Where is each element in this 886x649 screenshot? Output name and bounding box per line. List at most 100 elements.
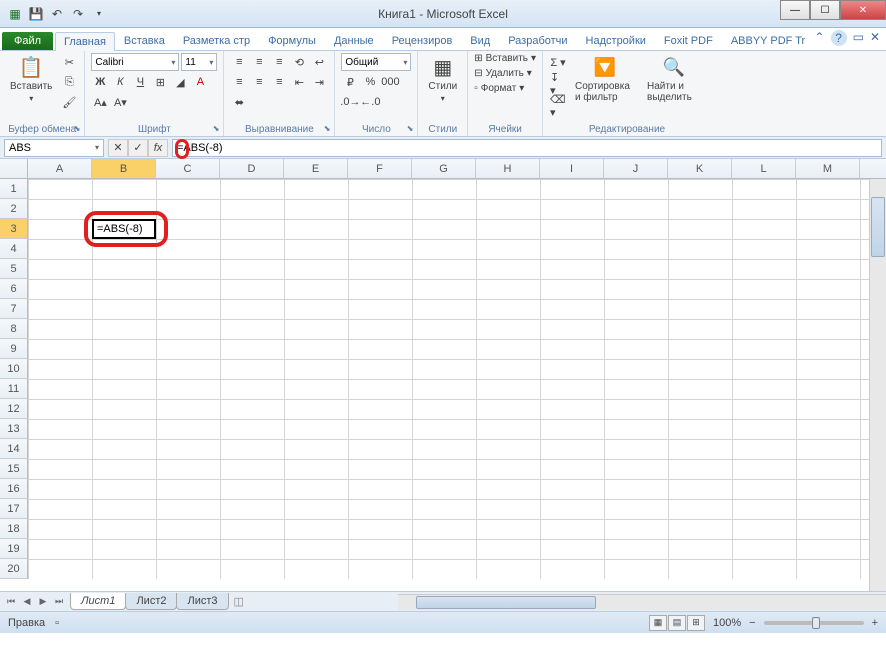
currency-icon[interactable]: ₽ (341, 73, 359, 91)
zoom-knob[interactable] (812, 617, 820, 629)
tab-view[interactable]: Вид (461, 31, 499, 50)
italic-button[interactable]: К (111, 73, 129, 91)
macro-record-icon[interactable]: ▫ (55, 617, 59, 629)
window-restore-icon[interactable]: ▭ (853, 30, 864, 46)
redo-icon[interactable]: ↷ (69, 5, 87, 23)
row-header-18[interactable]: 18 (0, 519, 28, 539)
row-header-12[interactable]: 12 (0, 399, 28, 419)
row-header-15[interactable]: 15 (0, 459, 28, 479)
vscroll-thumb[interactable] (871, 197, 885, 257)
col-header-d[interactable]: D (220, 159, 284, 178)
tab-foxit[interactable]: Foxit PDF (655, 31, 722, 50)
col-header-g[interactable]: G (412, 159, 476, 178)
col-header-h[interactable]: H (476, 159, 540, 178)
decrease-indent-icon[interactable]: ⇤ (290, 73, 308, 91)
row-header-1[interactable]: 1 (0, 179, 28, 199)
sheet-next-icon[interactable]: ▶ (36, 596, 50, 607)
col-header-i[interactable]: I (540, 159, 604, 178)
col-header-b[interactable]: B (92, 159, 156, 178)
styles-button[interactable]: ▦ Стили ▾ (424, 53, 461, 105)
col-header-m[interactable]: M (796, 159, 860, 178)
number-format-select[interactable]: Общий (341, 53, 411, 71)
row-header-6[interactable]: 6 (0, 279, 28, 299)
new-sheet-icon[interactable]: ◫ (228, 595, 250, 608)
shrink-font-icon[interactable]: A▾ (111, 93, 129, 111)
tab-data[interactable]: Данные (325, 31, 383, 50)
row-header-19[interactable]: 19 (0, 539, 28, 559)
wrap-text-icon[interactable]: ↩ (310, 53, 328, 71)
tab-developer[interactable]: Разработчи (499, 31, 576, 50)
merge-cells-icon[interactable]: ⬌ (230, 93, 248, 111)
help-icon[interactable]: ? (831, 30, 847, 46)
row-header-16[interactable]: 16 (0, 479, 28, 499)
formula-input[interactable]: =ABS(-8) (172, 139, 882, 157)
insert-cells-button[interactable]: ⊞Вставить ▾ (474, 53, 536, 64)
select-all-corner[interactable] (0, 159, 28, 178)
row-header-17[interactable]: 17 (0, 499, 28, 519)
format-cells-button[interactable]: ▫Формат ▾ (474, 83, 536, 94)
find-select-button[interactable]: 🔍 Найти и выделить (643, 53, 705, 105)
minimize-button[interactable]: — (780, 0, 810, 20)
tab-addins[interactable]: Надстройки (577, 31, 655, 50)
zoom-in-icon[interactable]: + (872, 617, 878, 629)
vertical-scrollbar[interactable] (869, 179, 886, 591)
align-middle-icon[interactable]: ≡ (250, 53, 268, 71)
cancel-formula-button[interactable]: ✕ (108, 139, 128, 157)
zoom-out-icon[interactable]: − (749, 617, 755, 629)
decrease-decimal-icon[interactable]: ←.0 (361, 93, 379, 111)
col-header-k[interactable]: K (668, 159, 732, 178)
clear-icon[interactable]: ⌫ ▾ (549, 97, 567, 115)
cut-icon[interactable]: ✂ (60, 53, 78, 71)
grow-font-icon[interactable]: A▴ (91, 93, 109, 111)
row-header-10[interactable]: 10 (0, 359, 28, 379)
active-cell-b3[interactable]: =ABS(-8) (92, 219, 156, 239)
col-header-c[interactable]: C (156, 159, 220, 178)
comma-icon[interactable]: 000 (381, 73, 399, 91)
delete-cells-button[interactable]: ⊟Удалить ▾ (474, 68, 536, 79)
view-normal-icon[interactable]: ▦ (649, 615, 667, 631)
sort-filter-button[interactable]: 🔽 Сортировка и фильтр (571, 53, 639, 105)
window-close-icon[interactable]: ✕ (870, 30, 880, 46)
sheet-first-icon[interactable]: ⏮ (4, 596, 18, 607)
sheet-last-icon[interactable]: ⏭ (52, 596, 66, 607)
paste-button[interactable]: 📋 Вставить ▾ (6, 53, 56, 105)
tab-review[interactable]: Рецензиров (383, 31, 462, 50)
format-painter-icon[interactable]: 🖌 (60, 93, 78, 111)
font-color-button[interactable]: A (191, 73, 209, 91)
horizontal-scrollbar[interactable] (398, 594, 886, 610)
align-bottom-icon[interactable]: ≡ (270, 53, 288, 71)
percent-icon[interactable]: % (361, 73, 379, 91)
row-header-9[interactable]: 9 (0, 339, 28, 359)
undo-icon[interactable]: ↶ (48, 5, 66, 23)
row-header-20[interactable]: 20 (0, 559, 28, 579)
view-page-break-icon[interactable]: ⊞ (687, 615, 705, 631)
col-header-f[interactable]: F (348, 159, 412, 178)
sheet-tab-3[interactable]: Лист3 (176, 593, 228, 610)
align-right-icon[interactable]: ≡ (270, 73, 288, 91)
underline-button[interactable]: Ч (131, 73, 149, 91)
font-size-select[interactable]: 11 (181, 53, 217, 71)
sheet-tab-1[interactable]: Лист1 (70, 593, 126, 610)
tab-page-layout[interactable]: Разметка стр (174, 31, 259, 50)
col-header-a[interactable]: A (28, 159, 92, 178)
enter-formula-button[interactable]: ✓ (128, 139, 148, 157)
hscroll-thumb[interactable] (416, 596, 596, 609)
autosum-icon[interactable]: Σ ▾ (549, 53, 567, 71)
tab-abbyy[interactable]: ABBYY PDF Tr (722, 31, 814, 50)
font-name-select[interactable]: Calibri (91, 53, 179, 71)
bold-button[interactable]: Ж (91, 73, 109, 91)
copy-icon[interactable]: ⎘ (60, 73, 78, 91)
sheet-tab-2[interactable]: Лист2 (125, 593, 177, 610)
row-header-13[interactable]: 13 (0, 419, 28, 439)
file-tab[interactable]: Файл (2, 32, 53, 50)
row-header-7[interactable]: 7 (0, 299, 28, 319)
align-center-icon[interactable]: ≡ (250, 73, 268, 91)
zoom-slider[interactable] (764, 621, 864, 625)
close-button[interactable]: ✕ (840, 0, 886, 20)
align-left-icon[interactable]: ≡ (230, 73, 248, 91)
row-header-4[interactable]: 4 (0, 239, 28, 259)
orientation-icon[interactable]: ⟲ (290, 53, 308, 71)
qat-dropdown-icon[interactable]: ▾ (90, 5, 108, 23)
view-page-layout-icon[interactable]: ▤ (668, 615, 686, 631)
tab-formulas[interactable]: Формулы (259, 31, 325, 50)
